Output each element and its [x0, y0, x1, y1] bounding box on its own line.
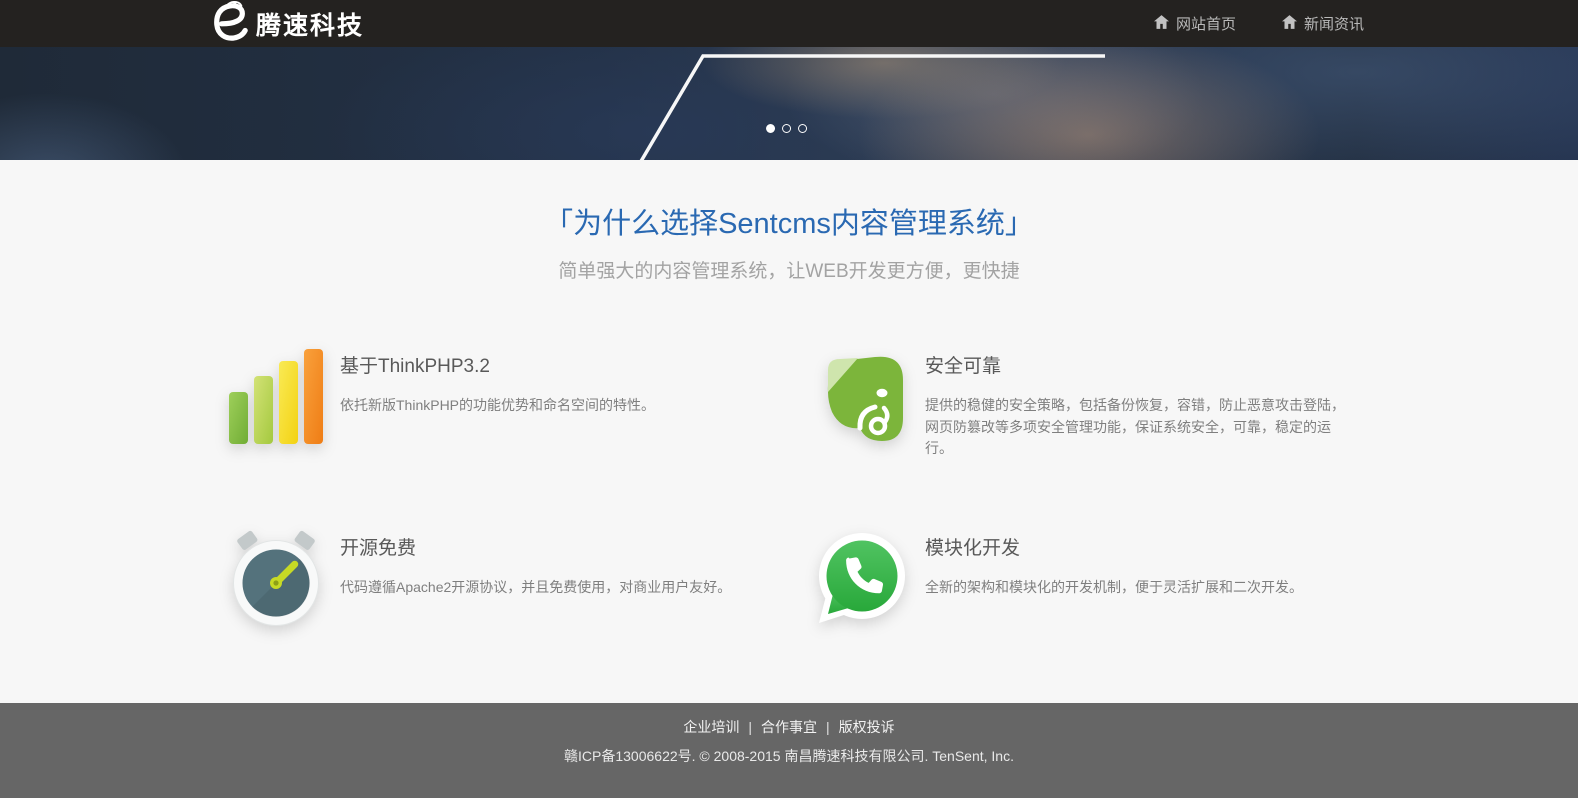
feature-description: 代码遵循Apache2开源协议，并且免费使用，对商业用户友好。 — [340, 577, 731, 599]
logo-dragon-e-icon — [214, 1, 248, 46]
feature-modular: 模块化开发 全新的架构和模块化的开发机制，便于灵活扩展和二次开发。 — [813, 530, 1350, 626]
page-footer: 企业培训 | 合作事宜 | 版权投诉 赣ICP备13006622号. © 200… — [0, 703, 1578, 798]
whatsapp-icon — [813, 530, 909, 626]
page-title: 「为什么选择Sentcms内容管理系统」 — [0, 204, 1578, 244]
feature-title: 基于ThinkPHP3.2 — [340, 351, 655, 378]
feature-description: 提供的稳健的安全策略，包括备份恢复，容错，防止恶意攻击登陆，网页防篡改等多项安全… — [925, 395, 1350, 460]
page-subtitle: 简单强大的内容管理系统，让WEB开发更方便，更快捷 — [0, 258, 1578, 286]
feature-title: 模块化开发 — [925, 533, 1303, 560]
feature-thinkphp: 基于ThinkPHP3.2 依托新版ThinkPHP的功能优势和命名空间的特性。 — [228, 348, 813, 460]
carousel-dots — [766, 124, 807, 133]
carousel-dot-3[interactable] — [798, 124, 807, 133]
top-header-bar: 腾速科技 网站首页 新闻资讯 — [0, 0, 1578, 47]
nav-item-home[interactable]: 网站首页 — [1154, 13, 1236, 34]
main-content: 「为什么选择Sentcms内容管理系统」 简单强大的内容管理系统，让WEB开发更… — [0, 160, 1578, 703]
footer-links: 企业培训 | 合作事宜 | 版权投诉 — [0, 717, 1578, 737]
logo-text: 腾速科技 — [256, 6, 364, 42]
footer-link-training[interactable]: 企业培训 — [683, 717, 739, 737]
feature-description: 依托新版ThinkPHP的功能优势和命名空间的特性。 — [340, 395, 655, 417]
feature-title: 安全可靠 — [925, 351, 1350, 378]
nav-item-label: 新闻资讯 — [1304, 13, 1364, 34]
feature-title: 开源免费 — [340, 533, 731, 560]
home-icon — [1154, 15, 1169, 33]
hero-carousel-banner — [0, 47, 1578, 160]
bar-chart-icon — [228, 348, 324, 444]
carousel-dot-1[interactable] — [766, 124, 775, 133]
copyright-text: 赣ICP备13006622号. © 2008-2015 南昌腾速科技有限公司. … — [0, 747, 1578, 765]
nav-item-label: 网站首页 — [1176, 13, 1236, 34]
footer-link-cooperation[interactable]: 合作事宜 — [761, 717, 817, 737]
feature-opensource: 开源免费 代码遵循Apache2开源协议，并且免费使用，对商业用户友好。 — [228, 530, 813, 626]
footer-separator: | — [826, 717, 830, 737]
site-logo[interactable]: 腾速科技 — [214, 1, 364, 46]
feature-description: 全新的架构和模块化的开发机制，便于灵活扩展和二次开发。 — [925, 577, 1303, 599]
feature-grid: 基于ThinkPHP3.2 依托新版ThinkPHP的功能优势和命名空间的特性。… — [228, 348, 1350, 626]
home-icon — [1282, 15, 1297, 33]
elephant-icon — [813, 348, 909, 444]
footer-separator: | — [748, 717, 752, 737]
main-nav: 网站首页 新闻资讯 — [1108, 13, 1364, 34]
footer-link-copyright-complaint[interactable]: 版权投诉 — [839, 717, 895, 737]
stopwatch-icon — [228, 530, 324, 626]
nav-item-news[interactable]: 新闻资讯 — [1282, 13, 1364, 34]
feature-security: 安全可靠 提供的稳健的安全策略，包括备份恢复，容错，防止恶意攻击登陆，网页防篡改… — [813, 348, 1350, 460]
hero-diagonal-line-decoration — [0, 47, 1578, 160]
carousel-dot-2[interactable] — [782, 124, 791, 133]
